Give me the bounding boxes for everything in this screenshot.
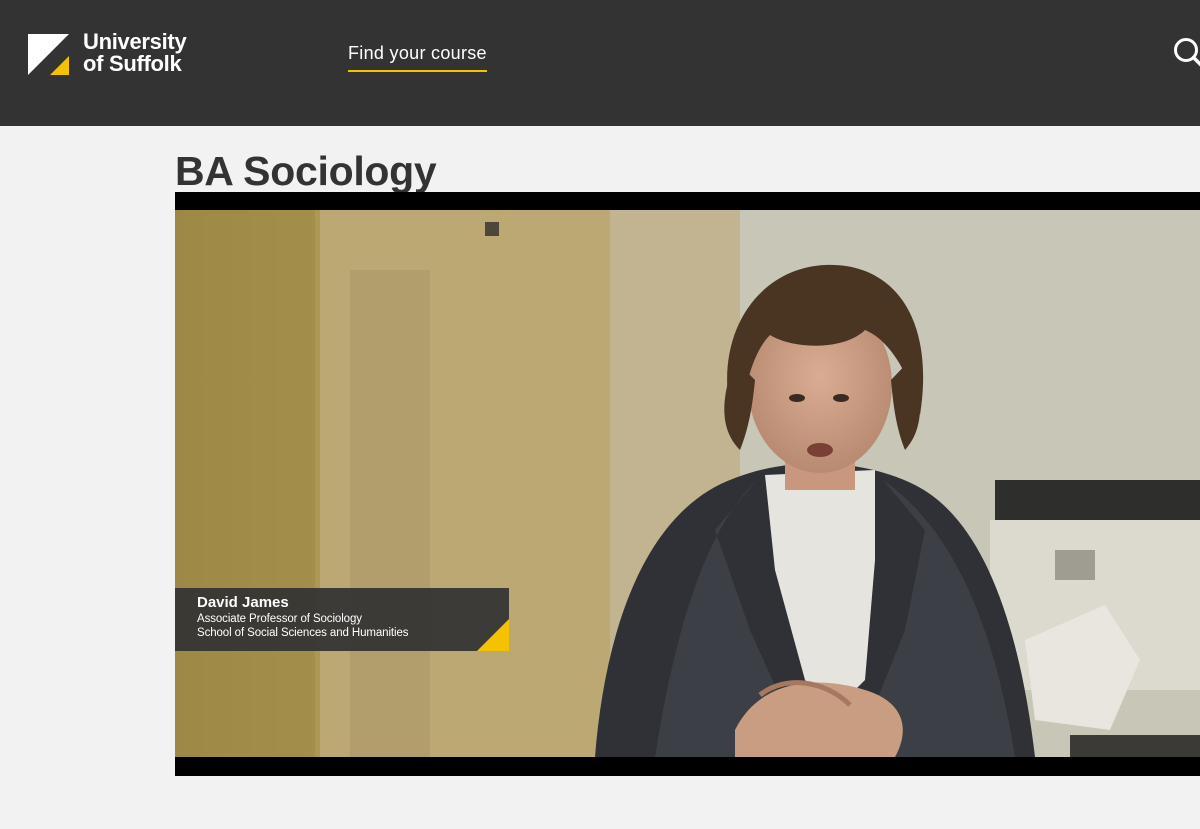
speaker-name: David James xyxy=(197,594,289,611)
page-title: BA Sociology xyxy=(175,148,437,194)
video-player[interactable]: David James Associate Professor of Socio… xyxy=(175,192,1200,776)
video-still-image xyxy=(175,210,1200,757)
site-header: University of Suffolk Find your course xyxy=(0,0,1200,126)
speaker-caption: David James Associate Professor of Socio… xyxy=(175,588,509,651)
logo-line-1: University xyxy=(83,29,187,54)
university-of-suffolk-logo-mark-icon xyxy=(28,34,69,75)
speaker-school: School of Social Sciences and Humanities xyxy=(197,627,409,639)
caption-corner-accent-icon xyxy=(477,619,509,651)
find-your-course-link[interactable]: Find your course xyxy=(348,43,487,72)
video-frame xyxy=(175,210,1200,757)
site-logo[interactable]: University of Suffolk xyxy=(28,29,208,77)
search-button[interactable] xyxy=(1170,36,1200,72)
logo-wordmark: University of Suffolk xyxy=(83,29,187,76)
speaker-role: Associate Professor of Sociology xyxy=(197,613,362,625)
search-icon xyxy=(1174,38,1200,67)
logo-line-2: of Suffolk xyxy=(83,51,182,76)
